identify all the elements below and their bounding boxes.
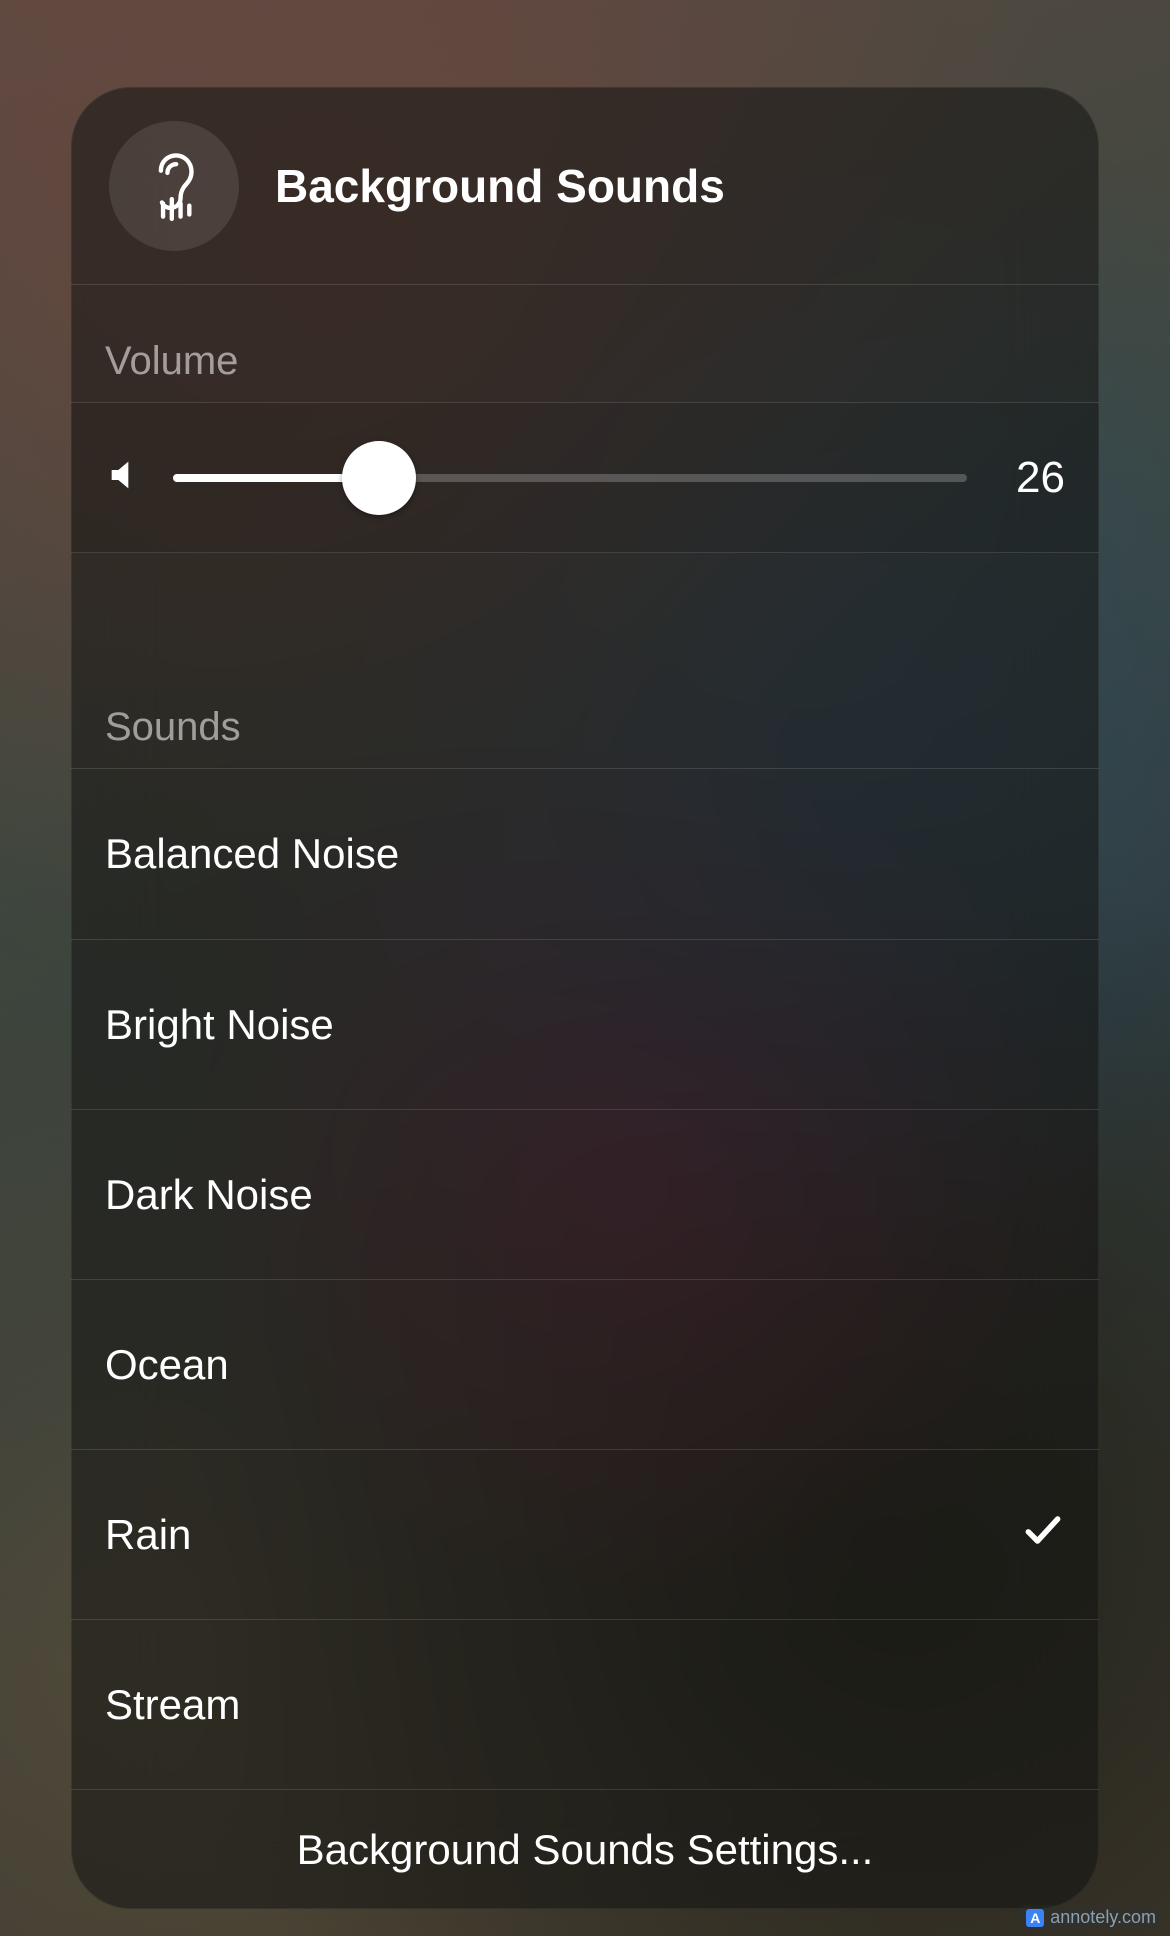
sound-option-label: Stream (105, 1681, 240, 1729)
sound-option[interactable]: Balanced Noise (71, 769, 1099, 939)
volume-section-label: Volume (71, 285, 1099, 403)
volume-value: 26 (995, 453, 1065, 503)
sound-options-list: Balanced Noise Bright Noise Dark Noise Ocea… (71, 769, 1099, 1790)
annotely-watermark: A annotely.com (1020, 1905, 1162, 1930)
sound-option-label: Dark Noise (105, 1171, 313, 1219)
panel-header: Background Sounds (71, 87, 1099, 285)
annotely-text: annotely.com (1050, 1907, 1156, 1928)
sounds-section-label: Sounds (71, 553, 1099, 769)
sound-option-label: Ocean (105, 1341, 229, 1389)
sound-option-label: Bright Noise (105, 1001, 334, 1049)
settings-link[interactable]: Background Sounds Settings... (71, 1790, 1099, 1909)
sound-option-label: Balanced Noise (105, 830, 399, 878)
volume-slider[interactable] (173, 438, 967, 518)
speaker-low-icon (105, 455, 145, 500)
ear-sound-icon (109, 121, 239, 251)
sound-option[interactable]: Dark Noise (71, 1109, 1099, 1279)
sound-option[interactable]: Ocean (71, 1279, 1099, 1449)
checkmark-icon (1021, 1508, 1065, 1562)
volume-row: 26 (71, 403, 1099, 553)
sound-option[interactable]: Stream (71, 1619, 1099, 1789)
sound-option-label: Rain (105, 1511, 191, 1559)
sound-option[interactable]: Bright Noise (71, 939, 1099, 1109)
panel-title: Background Sounds (275, 159, 725, 213)
sound-option[interactable]: Rain (71, 1449, 1099, 1619)
background-sounds-panel: Background Sounds Volume 26 Sounds Balan… (71, 87, 1099, 1909)
slider-thumb[interactable] (342, 441, 416, 515)
annotely-logo-icon: A (1026, 1909, 1044, 1927)
